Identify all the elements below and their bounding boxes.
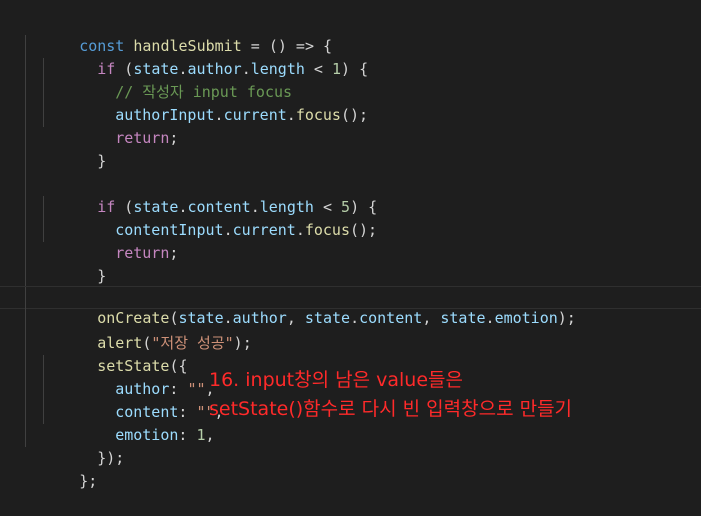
code-line-12: [0, 265, 701, 288]
annotation-note: 16. input창의 남은 value들은 setState()함수로 다시 빈…: [209, 366, 572, 424]
indent-guide: [25, 332, 26, 355]
code-line-9: contentInput.current.focus();: [0, 196, 701, 239]
code-line-20: };: [0, 447, 701, 490]
indent-guide: [25, 81, 26, 104]
indent-guide: [43, 401, 44, 424]
indent-guide: [25, 424, 26, 447]
indent-guide: [43, 104, 44, 127]
indent-guide: [43, 378, 44, 401]
indent-guide: [25, 173, 26, 196]
token-punctuation: };: [79, 472, 98, 490]
annotation-line-2: setState()함수로 다시 빈 입력창으로 만들기: [209, 398, 573, 420]
annotation-line-1: 16. input창의 남은 value들은: [209, 369, 463, 391]
indent-guide: [43, 196, 44, 219]
indent-guide: [25, 309, 26, 332]
code-line-2: if (state.author.length < 1) {: [0, 35, 701, 78]
indent-guide: [43, 355, 44, 378]
indent-guide: [25, 58, 26, 81]
indent-guide: [25, 150, 26, 173]
code-line-7: [0, 150, 701, 173]
code-line-10: return;: [0, 219, 701, 262]
indent-guide: [25, 104, 26, 127]
code-line-4: authorInput.current.focus();: [0, 81, 701, 124]
code-line-6: }: [0, 127, 701, 170]
indent-guide: [25, 242, 26, 265]
code-editor[interactable]: const handleSubmit = () => { if (state.a…: [0, 0, 701, 490]
indent-guide: [25, 355, 26, 378]
indent-guide: [25, 378, 26, 401]
indent-guide: [25, 401, 26, 424]
code-line-1: const handleSubmit = () => {: [0, 12, 701, 55]
indent-guide: [25, 219, 26, 242]
code-line-11: }: [0, 242, 701, 285]
code-line-8: if (state.content.length < 5) {: [0, 173, 701, 216]
code-line-19: });: [0, 424, 701, 467]
code-line-15: setState({: [0, 332, 701, 375]
indent-guide: [43, 81, 44, 104]
code-line-14: alert("저장 성공");: [0, 309, 701, 352]
indent-guide: [25, 196, 26, 219]
code-line-3: // 작성자 input focus: [0, 58, 701, 101]
indent-guide: [43, 219, 44, 242]
indent-guide: [43, 58, 44, 81]
indent-guide: [25, 35, 26, 58]
indent-guide: [25, 127, 26, 150]
code-line-5: return;: [0, 104, 701, 147]
indent-guide: [25, 287, 26, 310]
code-line-13: onCreate(state.author, state.content, st…: [0, 286, 701, 327]
indent-guide: [25, 265, 26, 288]
